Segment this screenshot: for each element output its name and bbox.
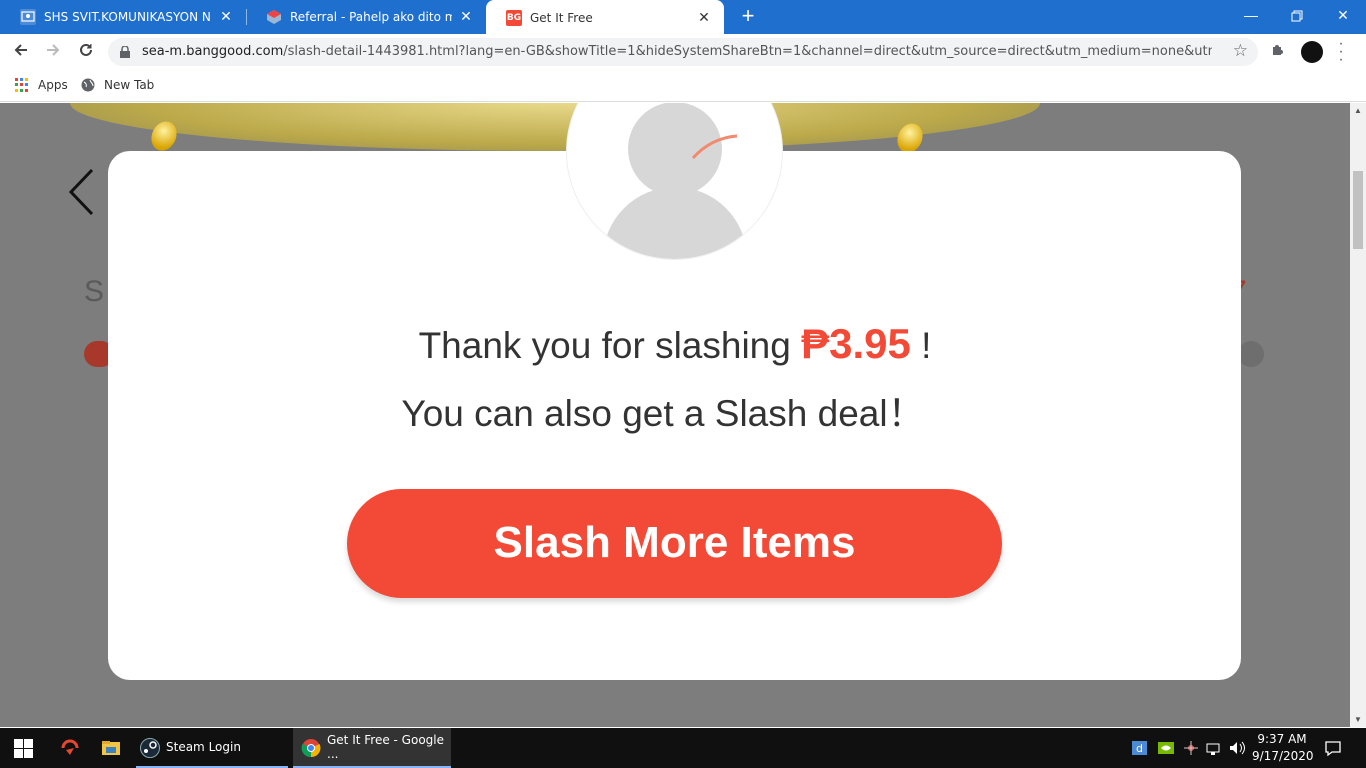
thanks-prefix: Thank you for slashing (418, 325, 791, 366)
url-domain: sea-m.banggood.com (142, 44, 284, 59)
nvidia-icon[interactable] (1157, 728, 1175, 768)
clock-date: 9/17/2020 (1252, 749, 1314, 763)
minimize-button[interactable]: — (1228, 0, 1274, 32)
close-tab-icon[interactable]: ✕ (696, 10, 712, 26)
banggood-icon: BG (506, 9, 522, 26)
svg-text:d: d (1136, 742, 1143, 755)
profile-avatar[interactable] (1301, 41, 1323, 63)
tray-app-icon[interactable]: d (1131, 728, 1149, 768)
scroll-thumb[interactable] (1353, 171, 1363, 249)
steam-icon (140, 738, 160, 758)
restore-button[interactable] (1274, 0, 1320, 32)
reload-button[interactable] (73, 39, 99, 65)
slash-more-items-button[interactable]: Slash More Items (347, 489, 1002, 598)
menu-dots-icon[interactable]: · · · (1336, 36, 1346, 68)
back-arrow-icon (14, 44, 27, 56)
globe-icon (81, 78, 95, 92)
lock-icon (120, 46, 130, 58)
url-path: /slash-detail-1443981.html?lang=en-GB&sh… (283, 44, 1212, 59)
thanks-suffix: ! (921, 325, 932, 366)
browser-toolbar: sea-m.banggood.com/slash-detail-1443981.… (0, 34, 1366, 70)
tab-title: Get It Free (530, 10, 593, 25)
coin-banner (70, 103, 1040, 151)
url-text: sea-m.banggood.com/slash-detail-1443981.… (142, 44, 1212, 59)
tab-strip: SHS SVIT.KOMUNIKASYON NEHEMIAS ✕ Referra… (0, 0, 1366, 35)
apps-grid-icon (15, 78, 29, 92)
back-button[interactable] (8, 39, 34, 65)
chrome-icon (301, 739, 321, 758)
tab-title: Referral - Pahelp ako dito mga ka (290, 10, 452, 24)
bookmark-new-tab[interactable]: New Tab (81, 78, 154, 92)
address-bar[interactable]: sea-m.banggood.com/slash-detail-1443981.… (108, 38, 1258, 66)
taskbar-chrome[interactable]: Get It Free - Google ... (293, 728, 451, 768)
extensions-icon[interactable] (1270, 41, 1290, 61)
close-tab-icon[interactable]: ✕ (218, 9, 234, 25)
close-window-button[interactable]: ✕ (1320, 0, 1366, 32)
slash-amount: ₱3.95 (801, 320, 911, 367)
tab-referral[interactable]: Referral - Pahelp ako dito mga ka ✕ (246, 0, 486, 34)
tab-title: SHS SVIT.KOMUNIKASYON NEHEMIAS (44, 10, 212, 24)
reload-icon (80, 43, 92, 56)
clock-time: 9:37 AM (1257, 732, 1307, 746)
user-avatar (566, 103, 783, 260)
bluetooth-devices-icon[interactable] (1182, 728, 1200, 768)
forward-button[interactable] (40, 39, 66, 65)
scroll-up-icon[interactable]: ▲ (1354, 106, 1362, 115)
bookmark-star-icon[interactable]: ☆ (1233, 41, 1248, 61)
garena-icon[interactable] (60, 738, 80, 758)
taskbar-steam[interactable]: Steam Login (136, 728, 288, 768)
volume-icon[interactable] (1228, 728, 1246, 768)
file-explorer-icon[interactable] (101, 738, 121, 758)
close-tab-icon[interactable]: ✕ (458, 9, 474, 25)
scroll-down-icon[interactable]: ▼ (1354, 715, 1362, 724)
avatar-frame (566, 103, 783, 260)
notifications-icon[interactable] (1324, 728, 1342, 768)
bookmark-apps[interactable]: Apps (15, 78, 68, 92)
avatar-body (603, 187, 747, 259)
network-icon[interactable] (1205, 728, 1223, 768)
taskbar-label: Get It Free - Google ... (327, 733, 444, 761)
system-clock[interactable]: 9:37 AM 9/17/2020 (1252, 731, 1314, 765)
background-title-fragment: S (84, 275, 105, 308)
tab-get-it-free[interactable]: BG Get It Free ✕ (486, 0, 724, 35)
slash-mark-icon (691, 134, 738, 160)
bookmark-label: Apps (38, 78, 68, 92)
tab-shs-svit[interactable]: SHS SVIT.KOMUNIKASYON NEHEMIAS ✕ (0, 0, 246, 34)
back-chevron-icon[interactable] (66, 167, 96, 217)
taskbar-label: Steam Login (166, 740, 241, 754)
new-tab-button[interactable]: + (736, 5, 760, 29)
also-message: You can also get a Slash deal！ (401, 393, 925, 434)
cube-icon (266, 9, 282, 25)
classroom-icon (20, 9, 36, 25)
bookmarks-bar: Apps New Tab (0, 70, 1366, 102)
windows-start-icon[interactable] (14, 738, 34, 758)
windows-taskbar: Steam Login Get It Free - Google ... d 9… (0, 728, 1366, 768)
forward-arrow-icon (47, 44, 60, 56)
thanks-message: Thank you for slashing ₱3.95 ! (0, 320, 1350, 368)
bookmark-label: New Tab (104, 78, 155, 92)
page-scrollbar[interactable]: ▲ ▼ (1350, 103, 1366, 727)
